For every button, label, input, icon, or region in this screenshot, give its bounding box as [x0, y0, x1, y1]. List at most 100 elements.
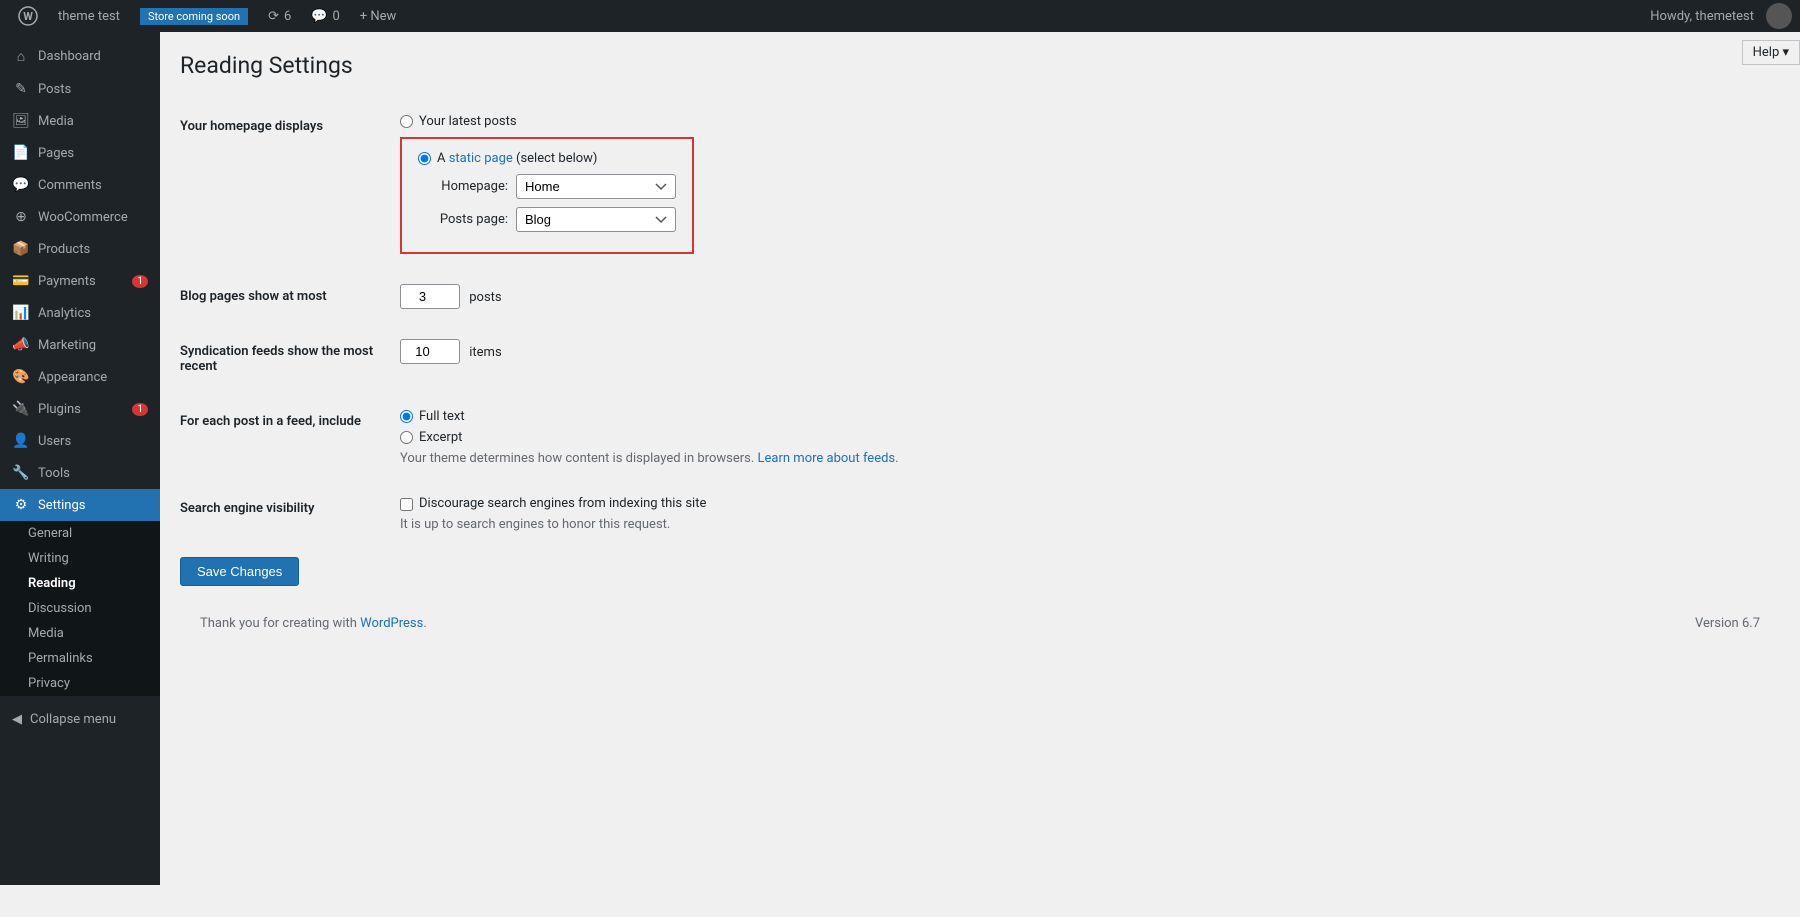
latest-posts-option-label[interactable]: Your latest posts	[419, 114, 517, 129]
adminbar-comments[interactable]: 💬 0	[301, 0, 350, 32]
sidebar-item-posts[interactable]: ✎ Posts	[0, 73, 160, 105]
homepage-row: Homepage: Home About Contact	[418, 174, 676, 199]
homepage-row-label: Homepage:	[418, 179, 508, 194]
feed-options: Full text Excerpt	[400, 409, 1080, 445]
syndication-field: items	[400, 324, 1080, 394]
sidebar-item-tools[interactable]: 🔧 Tools	[0, 457, 160, 489]
avatar	[1766, 3, 1792, 29]
payments-badge: 1	[132, 275, 148, 288]
submenu-general[interactable]: General	[0, 521, 160, 546]
search-visibility-checkbox-row: Discourage search engines from indexing …	[400, 496, 1080, 511]
sidebar-item-analytics[interactable]: 📊 Analytics	[0, 297, 160, 329]
sidebar-item-comments[interactable]: 💬 Comments	[0, 169, 160, 201]
excerpt-label[interactable]: Excerpt	[419, 430, 462, 445]
sidebar-item-media[interactable]: 🖼 Media	[0, 105, 160, 137]
reading-settings-form: Your homepage displays Your latest posts	[180, 99, 1080, 586]
submenu-permalinks[interactable]: Permalinks	[0, 646, 160, 671]
submenu-writing[interactable]: Writing	[0, 546, 160, 571]
submenu-media[interactable]: Media	[0, 621, 160, 646]
users-icon: 👤	[12, 433, 30, 449]
products-icon: 📦	[12, 241, 30, 257]
submenu-reading[interactable]: Reading	[0, 571, 160, 596]
sidebar-item-marketing[interactable]: 📣 Marketing	[0, 329, 160, 361]
page-footer: Thank you for creating with WordPress. V…	[180, 606, 1780, 641]
plugins-icon: 🔌	[12, 401, 30, 417]
sidebar-item-plugins[interactable]: 🔌 Plugins 1	[0, 393, 160, 425]
tools-icon: 🔧	[12, 465, 30, 481]
static-page-link[interactable]: static page	[449, 151, 513, 166]
pages-icon: 📄	[12, 145, 30, 161]
homepage-displays-row: Your homepage displays Your latest posts	[180, 99, 1080, 269]
footer-version: Version 6.7	[1695, 616, 1760, 631]
learn-more-link[interactable]: Learn more about feeds	[758, 451, 896, 466]
posts-page-row: Posts page: Blog News	[418, 207, 676, 232]
adminbar-store-badge[interactable]: Store coming soon	[130, 0, 258, 32]
collapse-icon: ◀	[12, 712, 22, 727]
blog-pages-label: Blog pages show at most	[180, 269, 400, 324]
settings-submenu: General Writing Reading Discussion Media…	[0, 521, 160, 696]
posts-page-select[interactable]: Blog News	[516, 207, 676, 232]
syndication-input[interactable]	[400, 339, 460, 364]
sidebar-item-users[interactable]: 👤 Users	[0, 425, 160, 457]
admin-bar: W theme test Store coming soon ⟳ 6 💬 0 +…	[0, 0, 1800, 32]
feed-description: Your theme determines how content is dis…	[400, 451, 1080, 466]
footer-credit: Thank you for creating with WordPress.	[200, 616, 427, 631]
excerpt-radio[interactable]	[400, 431, 413, 444]
blog-pages-field: posts	[400, 269, 1080, 324]
media-icon: 🖼	[12, 113, 30, 129]
sidebar-item-woocommerce[interactable]: ⊕ WooCommerce	[0, 201, 160, 233]
static-page-radio[interactable]	[418, 152, 431, 165]
sidebar-item-pages[interactable]: 📄 Pages	[0, 137, 160, 169]
settings-table: Your homepage displays Your latest posts	[180, 99, 1080, 547]
syndication-suffix: items	[469, 345, 501, 360]
latest-posts-radio[interactable]	[400, 115, 413, 128]
search-visibility-field: Discourage search engines from indexing …	[400, 481, 1080, 547]
full-text-radio[interactable]	[400, 410, 413, 423]
adminbar-new[interactable]: + New	[350, 0, 407, 32]
settings-icon: ⚙	[12, 497, 30, 513]
sidebar-item-dashboard[interactable]: ⌂ Dashboard	[0, 40, 160, 73]
woocommerce-icon: ⊕	[12, 209, 30, 225]
blog-pages-row: Blog pages show at most posts	[180, 269, 1080, 324]
sidebar-item-settings[interactable]: ⚙ Settings	[0, 489, 160, 521]
submit-section: Save Changes	[180, 557, 1080, 586]
full-text-label[interactable]: Full text	[419, 409, 465, 424]
marketing-icon: 📣	[12, 337, 30, 353]
comments-icon: 💬	[12, 177, 30, 193]
appearance-icon: 🎨	[12, 369, 30, 385]
main-content: Reading Settings Your homepage displays	[160, 32, 1800, 885]
submenu-discussion[interactable]: Discussion	[0, 596, 160, 621]
adminbar-site-name[interactable]: theme test	[48, 0, 130, 32]
homepage-select[interactable]: Home About Contact	[516, 174, 676, 199]
blog-pages-input[interactable]	[400, 284, 460, 309]
help-button[interactable]: Help ▾	[1742, 40, 1800, 65]
wordpress-link[interactable]: WordPress	[360, 616, 423, 631]
dashboard-icon: ⌂	[12, 48, 30, 65]
full-text-option: Full text	[400, 409, 1080, 424]
search-visibility-row: Search engine visibility Discourage sear…	[180, 481, 1080, 547]
excerpt-option: Excerpt	[400, 430, 1080, 445]
adminbar-user[interactable]: Howdy, themetest	[1650, 3, 1792, 29]
submenu-privacy[interactable]: Privacy	[0, 671, 160, 696]
adminbar-wp-logo[interactable]: W	[8, 0, 48, 32]
search-visibility-checkbox[interactable]	[400, 498, 413, 511]
syndication-label: Syndication feeds show the most recent	[180, 324, 400, 394]
adminbar-updates[interactable]: ⟳ 6	[258, 0, 301, 32]
static-page-option-label[interactable]: A static page (select below)	[437, 151, 597, 166]
collapse-menu-button[interactable]: ◀ Collapse menu	[0, 704, 160, 735]
svg-text:W: W	[23, 10, 33, 23]
sidebar-item-payments[interactable]: 💳 Payments 1	[0, 265, 160, 297]
search-visibility-note: It is up to search engines to honor this…	[400, 517, 1080, 532]
save-changes-button[interactable]: Save Changes	[180, 557, 299, 586]
feed-include-field: Full text Excerpt Your theme determines …	[400, 394, 1080, 481]
sidebar: ⌂ Dashboard ✎ Posts 🖼 Media 📄 Pages 💬 Co…	[0, 32, 160, 885]
sidebar-item-products[interactable]: 📦 Products	[0, 233, 160, 265]
feed-include-label: For each post in a feed, include	[180, 394, 400, 481]
sidebar-item-appearance[interactable]: 🎨 Appearance	[0, 361, 160, 393]
feed-include-row: For each post in a feed, include Full te…	[180, 394, 1080, 481]
posts-page-row-label: Posts page:	[418, 212, 508, 227]
search-visibility-checkbox-label[interactable]: Discourage search engines from indexing …	[419, 496, 706, 511]
payments-icon: 💳	[12, 273, 30, 289]
homepage-displays-label: Your homepage displays	[180, 99, 400, 269]
posts-icon: ✎	[12, 81, 30, 97]
